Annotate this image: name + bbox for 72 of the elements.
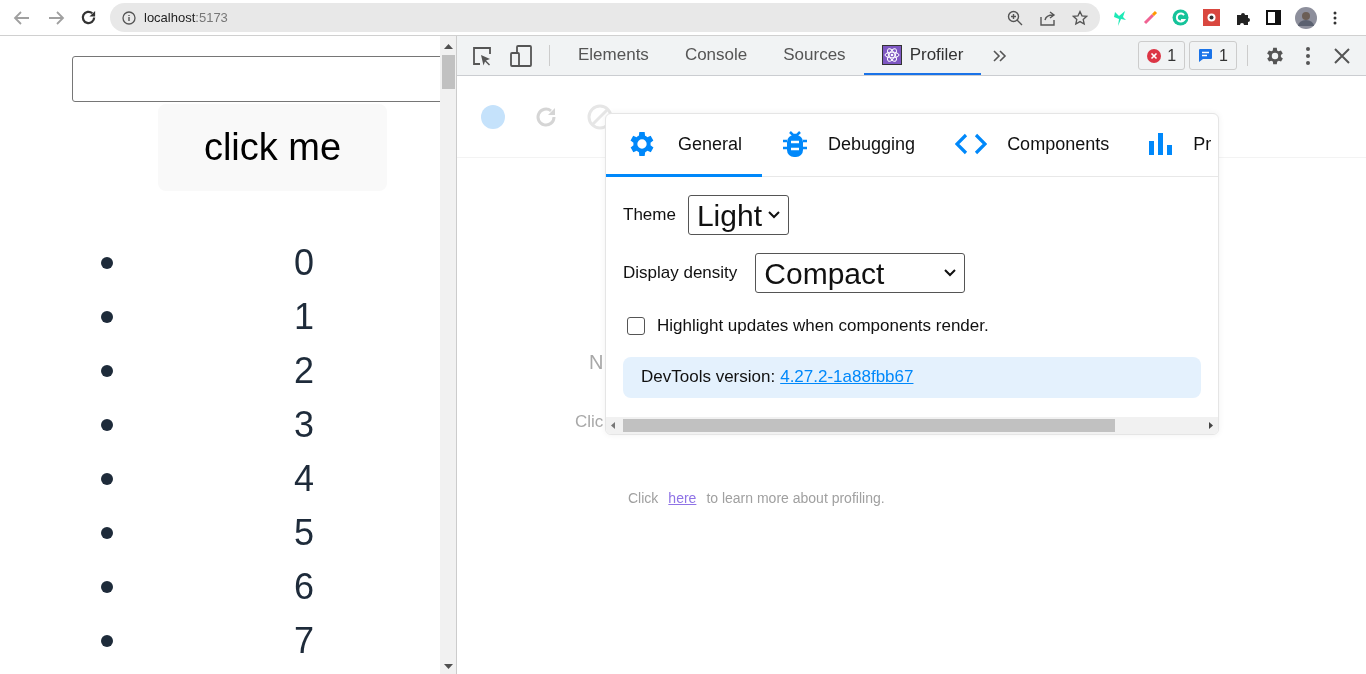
message-icon [1198,48,1214,63]
settings-tab[interactable]: Components [935,114,1130,177]
side-panel-icon[interactable] [1266,10,1281,25]
forward-icon[interactable] [47,8,65,27]
settings-tab[interactable]: General [606,114,763,177]
bullet-icon [100,310,114,324]
url-text: localhost:5173 [144,8,228,27]
chevron-icon [944,269,957,277]
atom-icon [881,44,902,65]
bullet-icon [100,580,114,594]
bullet-icon [100,418,114,432]
pipette-icon[interactable] [1142,9,1158,26]
scroll-left-icon[interactable] [611,422,615,429]
address-bar[interactable]: localhost:5173 [110,3,1100,32]
bar-chart-icon [1149,133,1174,155]
scroll-right-icon[interactable] [1209,422,1213,429]
share-icon[interactable] [1039,9,1057,26]
extension-icon[interactable] [1203,9,1220,26]
version-label: DevTools version: [641,366,776,389]
click-me-button[interactable]: click me [158,104,387,191]
message-count-badge[interactable]: 1 [1189,41,1237,70]
theme-label: Theme [623,204,676,227]
bullet-icon [100,634,114,648]
error-icon [1147,48,1162,63]
devtools-tab[interactable]: Console [666,36,766,75]
inspect-icon[interactable] [471,44,493,67]
bullet-icon [100,364,114,378]
devtools-tab[interactable]: Sources [765,36,864,75]
devtools-tab[interactable]: Profiler [863,36,982,75]
chevron-icon [768,211,780,219]
settings-tab[interactable]: Pr [1129,114,1218,177]
devtools-tab[interactable]: Elements [560,36,667,75]
highlight-checkbox[interactable] [627,316,645,335]
list-item: 2 [294,353,315,389]
scroll-down-icon[interactable] [443,664,453,669]
theme-select[interactable]: Light [687,195,789,235]
close-icon[interactable] [1334,47,1350,64]
bullet-icon [100,526,114,540]
hint-text: Click [628,489,659,508]
list-item: 5 [294,515,315,551]
zoom-icon[interactable] [1007,9,1023,26]
bullet-icon [100,256,114,270]
here-link[interactable]: here [668,488,697,509]
bullet-icon [100,472,114,486]
avatar-icon[interactable] [1295,6,1317,29]
more-icon[interactable] [1306,46,1310,65]
faded-text: Clic [575,413,604,430]
settings-tab[interactable]: Debugging [762,114,936,177]
list-item: 7 [294,623,315,659]
density-label: Display density [623,262,738,285]
device-icon[interactable] [509,43,533,68]
list-item: 6 [294,569,315,605]
scroll-up-icon[interactable] [443,44,453,49]
code-icon [955,133,988,155]
reload-icon[interactable] [80,9,97,26]
faded-text: N [589,352,604,372]
list-item: 4 [294,461,315,497]
highlight-label: Highlight updates when components render. [657,315,989,337]
list-item: 3 [294,407,315,443]
menu-icon[interactable] [1333,10,1337,25]
more-tabs-icon[interactable] [993,49,1008,62]
list-item: 1 [294,299,315,335]
star-icon[interactable] [1072,9,1088,26]
bug-icon [782,129,809,159]
density-select[interactable]: Compact [755,253,966,293]
scrollbar-thumb[interactable] [441,55,455,89]
back-icon[interactable] [13,8,31,27]
scrollbar-thumb[interactable] [623,419,1115,432]
list-item: 0 [294,245,315,281]
error-count-badge[interactable]: 1 [1138,41,1186,70]
info-icon [122,10,136,25]
hint-text: to learn more about profiling. [706,489,885,508]
